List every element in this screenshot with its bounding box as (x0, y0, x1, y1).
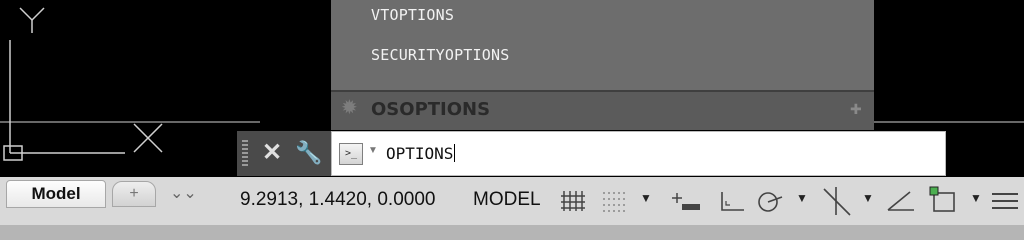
gear-icon: ✹ (341, 97, 358, 119)
command-input[interactable]: >_ ▼ OPTIONS ▲ (331, 131, 1024, 176)
suggestion-highlighted-label[interactable]: OSOPTIONS (371, 99, 490, 120)
command-line-toolbar: ✕ 🔧 (237, 131, 331, 176)
osnap-angle-icon[interactable] (886, 189, 916, 213)
autocomplete-list: VTOPTIONS SECURITYOPTIONS ✹ OSOPTIONS ✚ (331, 0, 874, 130)
text-cursor (454, 144, 456, 162)
snap-icon[interactable] (600, 189, 626, 213)
customize-icon[interactable] (990, 189, 1020, 213)
isodraft-icon[interactable] (820, 185, 856, 217)
snap-dropdown-icon[interactable]: ▼ (640, 191, 652, 205)
isodraft-dropdown-icon[interactable]: ▼ (862, 191, 874, 205)
workspace-icon[interactable] (928, 185, 960, 215)
suggestion-item[interactable]: SECURITYOPTIONS (371, 46, 509, 64)
chevron-down-icon[interactable]: ▼ (368, 145, 378, 156)
wrench-icon[interactable]: 🔧 (295, 139, 322, 167)
grid-icon[interactable] (560, 189, 586, 213)
close-icon[interactable]: ✕ (262, 139, 282, 167)
infer-constraints-icon[interactable] (670, 189, 704, 213)
tab-model[interactable]: Model (6, 180, 106, 208)
suggestion-item[interactable]: VTOPTIONS (371, 6, 454, 24)
status-bar: Model + ⌄⌄ 9.2913, 1.4420, 0.0000 MODEL … (0, 177, 1024, 240)
ortho-icon[interactable] (718, 189, 746, 213)
prompt-icon[interactable]: >_ (339, 143, 363, 165)
drag-handle[interactable] (242, 140, 248, 168)
polar-icon[interactable] (756, 189, 784, 213)
status-bar-footer (0, 225, 1024, 240)
model-space-button[interactable]: MODEL (473, 189, 541, 211)
workspace-dropdown-icon[interactable]: ▼ (970, 191, 982, 205)
add-layout-tab[interactable]: + (112, 181, 156, 207)
command-input-value[interactable]: OPTIONS (386, 144, 456, 163)
double-chevron-down-icon[interactable]: ⌄⌄ (170, 183, 197, 203)
coordinates-readout[interactable]: 9.2913, 1.4420, 0.0000 (240, 189, 435, 211)
command-line: ✕ 🔧 >_ ▼ OPTIONS ▲ (237, 131, 1024, 176)
pin-icon[interactable]: ✚ (850, 101, 862, 118)
polar-dropdown-icon[interactable]: ▼ (796, 191, 808, 205)
